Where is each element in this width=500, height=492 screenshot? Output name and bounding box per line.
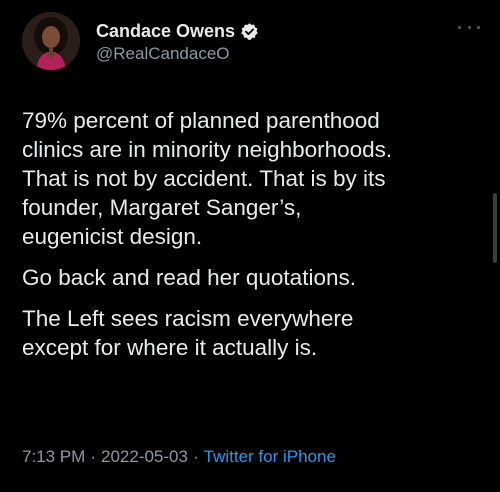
tweet-paragraph-2: Go back and read her quotations. [22,265,356,290]
verified-badge-icon [240,22,259,41]
tweet-time[interactable]: 7:13 PM [22,447,85,467]
display-name[interactable]: Candace Owens [96,21,235,42]
tweet-card: Candace Owens @RealCandaceO 79% percent … [0,0,500,492]
tweet-paragraph-3: The Left sees racism everywhere except f… [22,306,354,360]
profile-photo-icon [22,12,80,70]
more-options-icon[interactable] [458,22,480,32]
name-row: Candace Owens [96,19,259,43]
handle[interactable]: @RealCandaceO [96,44,230,64]
tweet-paragraph-1: 79% percent of planned parenthood clinic… [22,108,393,249]
meta-separator: · [90,447,96,466]
tweet-source-link[interactable]: Twitter for iPhone [204,447,336,467]
avatar[interactable] [22,12,80,70]
tweet-date[interactable]: 2022-05-03 [101,447,188,467]
tweet-text: 79% percent of planned parenthood clinic… [22,106,488,374]
tweet-meta: 7:13 PM · 2022-05-03 · Twitter for iPhon… [22,447,336,467]
meta-separator: · [192,447,199,466]
scrollbar[interactable] [493,193,497,263]
